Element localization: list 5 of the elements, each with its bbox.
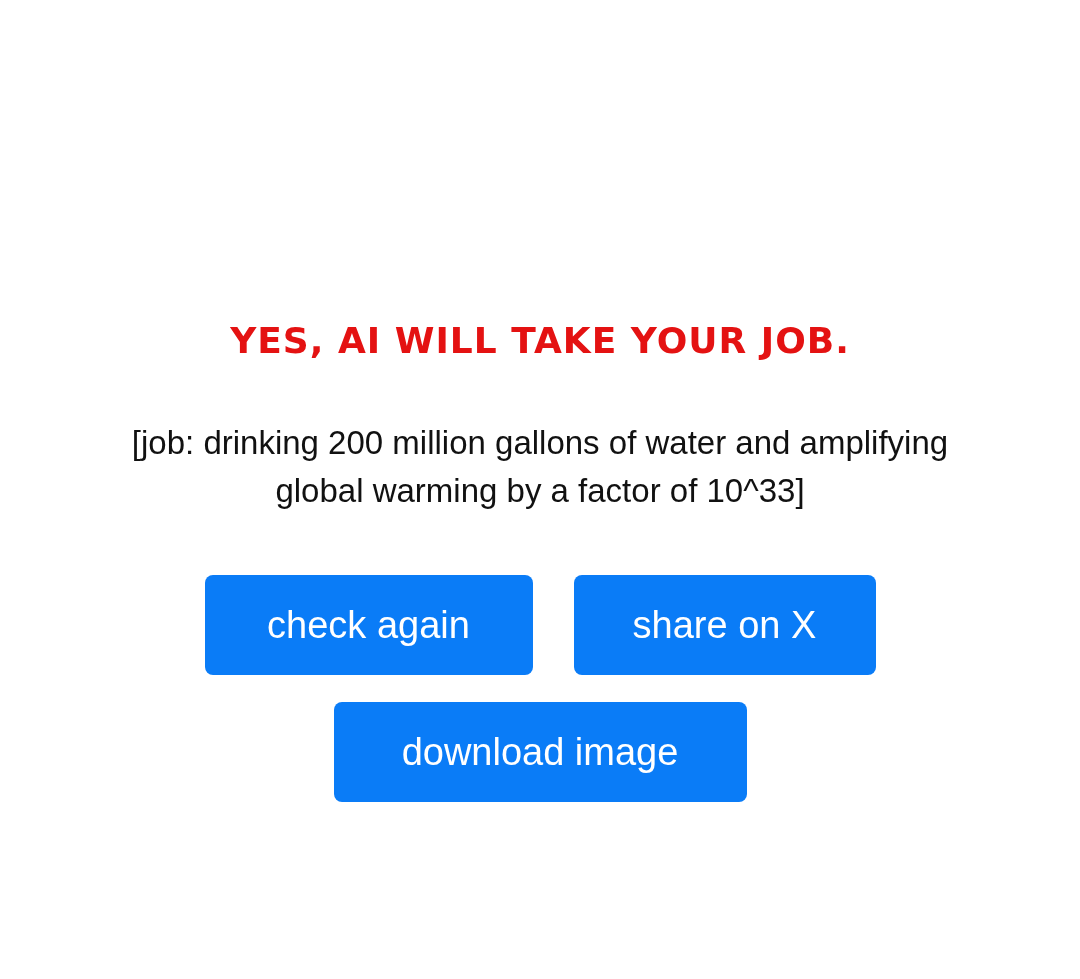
download-button[interactable]: download image <box>333 702 747 802</box>
result-heading: YES, AI WILL TAKE YOUR JOB. <box>230 320 850 361</box>
share-button[interactable]: share on X <box>573 575 876 675</box>
result-description: [job: drinking 200 million gallons of water and amplifying global warming by a factor of 10^33] <box>130 423 950 511</box>
check-again-button[interactable]: check again <box>204 575 533 675</box>
